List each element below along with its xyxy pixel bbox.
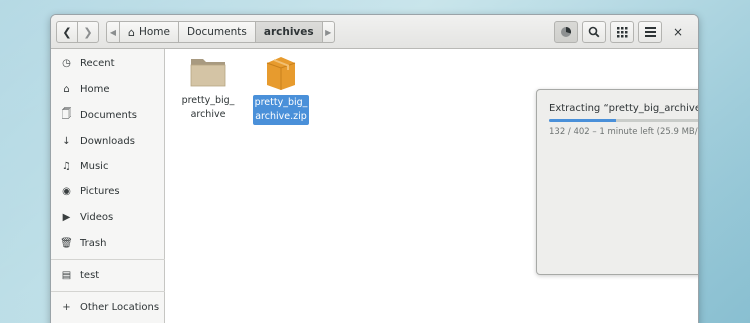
operation-progress-bar	[549, 119, 698, 122]
path-crumb-archives[interactable]: archives	[254, 21, 323, 43]
sidebar-item-label: Documents	[80, 109, 138, 121]
sidebar-item-label: Home	[80, 83, 110, 95]
operations-button[interactable]	[554, 21, 578, 43]
chevron-left-small-icon: ◀	[109, 27, 117, 37]
plus-icon: +	[62, 301, 71, 313]
sidebar-item-label: Trash	[80, 237, 107, 249]
file-item-folder[interactable]: pretty_big_ archive	[176, 53, 240, 123]
sidebar-item-downloads[interactable]: ↓ Downloads	[51, 129, 165, 153]
folder-icon: ▤	[61, 269, 72, 281]
sidebar-item-home[interactable]: ⌂ Home	[51, 77, 165, 101]
path-scroll-left-button[interactable]: ◀	[106, 21, 120, 43]
chevron-left-icon: ❮	[62, 25, 72, 39]
chevron-right-small-icon: ▶	[325, 27, 332, 37]
video-icon: ▶	[62, 211, 71, 223]
sidebar-separator	[51, 291, 165, 292]
forward-button[interactable]: ❯	[77, 21, 99, 43]
home-icon: ⌂	[128, 25, 135, 39]
operation-status: 132 / 402 – 1 minute left (25.9 MB/sec)	[549, 127, 699, 137]
sidebar-item-recent[interactable]: ◷ Recent	[51, 51, 165, 75]
operation-progress-fill	[549, 119, 617, 122]
grid-view-icon	[616, 26, 627, 37]
clock-icon: ◷	[62, 57, 71, 69]
operations-popover: Extracting “pretty_big_archive.zip” 132 …	[536, 89, 699, 275]
sidebar-item-label: Music	[80, 160, 109, 172]
operations-progress-icon	[561, 26, 572, 37]
home-icon: ⌂	[63, 83, 70, 95]
sidebar-separator	[51, 259, 165, 260]
download-icon: ↓	[62, 135, 71, 147]
path-crumb-label: archives	[263, 26, 314, 38]
file-item-archive[interactable]: pretty_big_ archive.zip	[249, 53, 313, 125]
back-button[interactable]: ❮	[56, 21, 78, 43]
sidebar-item-documents[interactable]: 🗍 Documents	[51, 103, 165, 127]
sidebar-item-label: Videos	[80, 211, 114, 223]
sidebar-item-label: Recent	[80, 57, 115, 69]
file-name: pretty_big_ archive.zip	[252, 95, 310, 125]
path-scroll-right-button[interactable]: ▶	[321, 21, 335, 43]
sidebar-item-label: Other Locations	[80, 301, 160, 313]
sidebar-item-test[interactable]: ▤ test	[51, 263, 165, 287]
search-button[interactable]	[582, 21, 606, 43]
menu-button[interactable]	[638, 21, 662, 43]
file-manager-window: ❮ ❯ ◀ ⌂ Home Documents archives ▶ × ◷ Re…	[50, 14, 699, 323]
sidebar-item-label: Pictures	[80, 185, 120, 197]
music-icon: ♫	[62, 160, 71, 172]
sidebar-item-videos[interactable]: ▶ Videos	[51, 205, 165, 229]
path-bar: ◀ ⌂ Home Documents archives ▶	[106, 21, 335, 43]
sidebar-item-label: Downloads	[80, 135, 135, 147]
operation-title: Extracting “pretty_big_archive.zip”	[549, 103, 698, 114]
sidebar-item-other-locations[interactable]: + Other Locations	[51, 295, 165, 319]
path-crumb-label: Documents	[187, 26, 247, 38]
sidebar-item-music[interactable]: ♫ Music	[51, 154, 165, 178]
menu-icon	[644, 27, 656, 37]
chevron-right-icon: ❯	[83, 25, 93, 39]
sidebar-item-pictures[interactable]: ◉ Pictures	[51, 179, 165, 203]
file-name: pretty_big_ archive	[181, 95, 235, 120]
sidebar-item-label: test	[80, 269, 100, 281]
path-crumb-home[interactable]: ⌂ Home	[119, 21, 179, 43]
view-mode-button[interactable]	[610, 21, 634, 43]
search-icon	[588, 26, 600, 38]
window-close-button[interactable]: ×	[666, 21, 690, 43]
file-view: pretty_big_ archive pretty_big_ archive.…	[166, 49, 699, 323]
trash-icon: 🗑	[60, 237, 73, 249]
camera-icon: ◉	[62, 185, 71, 197]
package-icon	[266, 57, 296, 90]
sidebar-item-trash[interactable]: 🗑 Trash	[51, 231, 165, 255]
document-icon: 🗍	[61, 108, 72, 120]
folder-icon	[190, 59, 226, 87]
header-bar: ❮ ❯ ◀ ⌂ Home Documents archives ▶ ×	[51, 15, 698, 49]
path-crumb-label: Home	[138, 26, 170, 38]
sidebar: ◷ Recent ⌂ Home 🗍 Documents ↓ Downloads …	[51, 49, 165, 323]
path-crumb-documents[interactable]: Documents	[178, 21, 256, 43]
close-icon: ×	[672, 25, 684, 39]
